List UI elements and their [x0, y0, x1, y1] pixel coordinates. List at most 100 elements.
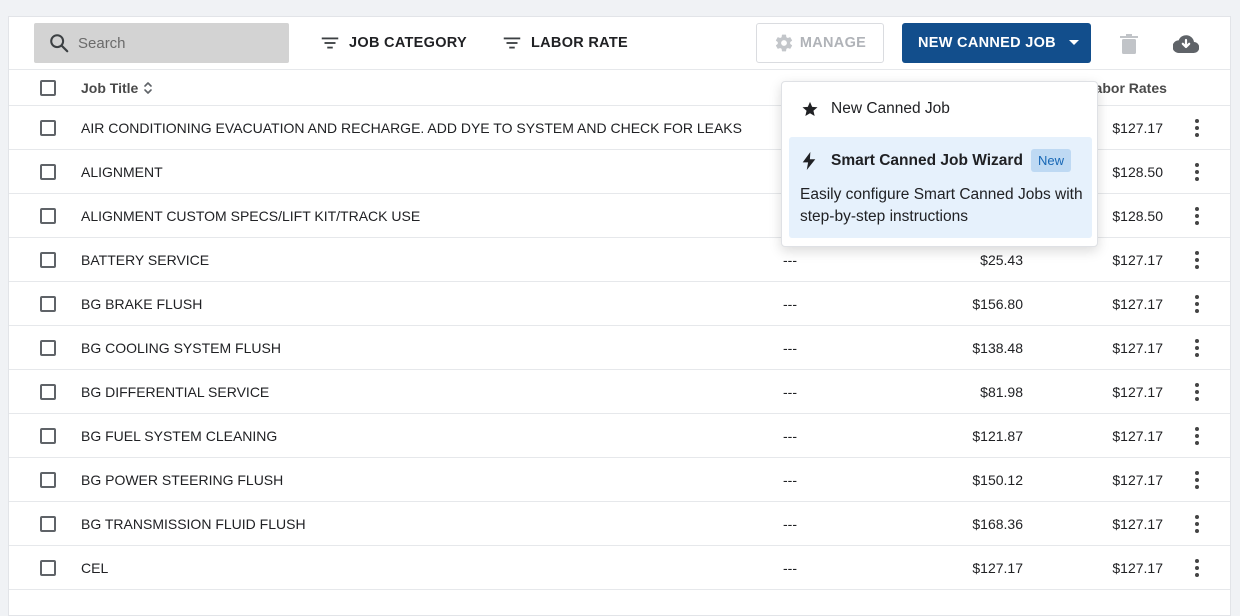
- row-checkbox[interactable]: [40, 208, 56, 224]
- row-checkbox[interactable]: [40, 164, 56, 180]
- toolbar: JOB CATEGORY LABOR RATE MANAGE NEW CANNE…: [9, 17, 1230, 70]
- labor-rate-cell: $127.17: [1112, 428, 1163, 444]
- search-box[interactable]: [34, 23, 289, 63]
- job-category-cell: ---: [783, 560, 797, 576]
- more-options-icon[interactable]: [1193, 469, 1201, 491]
- filter-icon: [503, 37, 521, 49]
- more-options-icon[interactable]: [1193, 381, 1201, 403]
- labor-rate-cell: $127.17: [1112, 252, 1163, 268]
- job-title-cell: BG FUEL SYSTEM CLEANING: [81, 428, 278, 444]
- filter-icon: [321, 37, 339, 49]
- menu-item-smart-canned-job-wizard[interactable]: Smart Canned Job Wizard New Easily confi…: [789, 137, 1092, 238]
- more-options-icon[interactable]: [1193, 161, 1201, 183]
- price-cell: $121.87: [972, 428, 1023, 444]
- row-checkbox[interactable]: [40, 428, 56, 444]
- new-job-dropdown-menu: New Canned Job Smart Canned Job Wizard N…: [781, 81, 1098, 247]
- job-category-cell: ---: [783, 516, 797, 532]
- labor-rate-cell: $128.50: [1112, 164, 1163, 180]
- labor-rate-cell: $127.17: [1112, 296, 1163, 312]
- labor-rate-cell: $128.50: [1112, 208, 1163, 224]
- job-category-label: JOB CATEGORY: [349, 35, 467, 51]
- job-category-cell: ---: [783, 340, 797, 356]
- price-cell: $25.43: [980, 252, 1023, 268]
- row-checkbox[interactable]: [40, 296, 56, 312]
- cloud-download-icon: [1173, 35, 1199, 54]
- table-row[interactable]: BG COOLING SYSTEM FLUSH --- $138.48 $127.17: [9, 326, 1230, 370]
- more-options-icon[interactable]: [1193, 425, 1201, 447]
- table-row[interactable]: CEL --- $127.17 $127.17: [9, 546, 1230, 590]
- table-row[interactable]: BG TRANSMISSION FLUID FLUSH --- $168.36 $12…: [9, 502, 1230, 546]
- labor-rate-cell: $127.17: [1112, 472, 1163, 488]
- job-title-cell: BG BRAKE FLUSH: [81, 296, 203, 312]
- manage-label: MANAGE: [799, 35, 867, 51]
- job-title-cell: BATTERY SERVICE: [81, 252, 210, 268]
- labor-rates-column-header: Labor Rates: [1086, 80, 1167, 96]
- search-input[interactable]: [78, 34, 278, 52]
- menu-item-description: Easily configure Smart Canned Jobs with …: [800, 186, 1083, 225]
- price-cell: $127.17: [972, 560, 1023, 576]
- job-category-cell: ---: [783, 384, 797, 400]
- more-options-icon[interactable]: [1193, 513, 1201, 535]
- row-checkbox[interactable]: [40, 560, 56, 576]
- more-options-icon[interactable]: [1193, 557, 1201, 579]
- labor-rate-filter-button[interactable]: LABOR RATE: [501, 31, 628, 55]
- new-badge: New: [1031, 149, 1072, 172]
- row-checkbox[interactable]: [40, 516, 56, 532]
- sort-icon[interactable]: [143, 80, 153, 96]
- select-all-checkbox[interactable]: [40, 80, 56, 96]
- job-category-filter-button[interactable]: JOB CATEGORY: [319, 31, 467, 55]
- search-icon: [50, 34, 69, 53]
- more-options-icon[interactable]: [1193, 249, 1201, 271]
- table-row[interactable]: BG FUEL SYSTEM CLEANING --- $121.87 $127.17: [9, 414, 1230, 458]
- table-row[interactable]: BG POWER STEERING FLUSH --- $150.12 $127.17: [9, 458, 1230, 502]
- menu-item-label: New Canned Job: [831, 100, 950, 117]
- job-title-cell: AIR CONDITIONING EVACUATION AND RECHARGE…: [81, 120, 742, 136]
- job-title-cell: ALIGNMENT: [81, 164, 163, 180]
- download-button[interactable]: [1172, 30, 1200, 58]
- gear-icon: [775, 34, 792, 52]
- more-options-icon[interactable]: [1193, 293, 1201, 315]
- delete-button[interactable]: [1115, 30, 1143, 58]
- job-title-column-header[interactable]: Job Title: [81, 80, 153, 96]
- labor-rate-cell: $127.17: [1112, 560, 1163, 576]
- labor-rate-cell: $127.17: [1112, 384, 1163, 400]
- lightning-icon: [802, 152, 816, 170]
- row-checkbox[interactable]: [40, 252, 56, 268]
- trash-icon: [1120, 34, 1138, 54]
- price-cell: $138.48: [972, 340, 1023, 356]
- row-checkbox[interactable]: [40, 340, 56, 356]
- menu-item-new-canned-job[interactable]: New Canned Job: [782, 82, 1097, 136]
- job-title-cell: BG TRANSMISSION FLUID FLUSH: [81, 516, 306, 532]
- new-canned-job-button[interactable]: NEW CANNED JOB: [902, 23, 1091, 63]
- job-title-cell: CEL: [81, 560, 109, 576]
- labor-rate-label: LABOR RATE: [531, 35, 628, 51]
- star-icon: [802, 101, 818, 117]
- job-title-cell: BG DIFFERENTIAL SERVICE: [81, 384, 270, 400]
- menu-item-label: Smart Canned Job Wizard: [831, 152, 1023, 169]
- job-category-cell: ---: [783, 472, 797, 488]
- manage-button[interactable]: MANAGE: [756, 23, 884, 63]
- job-title-header-label: Job Title: [81, 80, 139, 96]
- price-cell: $81.98: [980, 384, 1023, 400]
- table-row[interactable]: BG BRAKE FLUSH --- $156.80 $127.17: [9, 282, 1230, 326]
- row-checkbox[interactable]: [40, 384, 56, 400]
- price-cell: $150.12: [972, 472, 1023, 488]
- price-cell: $168.36: [972, 516, 1023, 532]
- job-category-cell: ---: [783, 252, 797, 268]
- labor-rate-cell: $127.17: [1112, 516, 1163, 532]
- table-row[interactable]: BG DIFFERENTIAL SERVICE --- $81.98 $127.17: [9, 370, 1230, 414]
- row-checkbox[interactable]: [40, 472, 56, 488]
- job-title-cell: BG POWER STEERING FLUSH: [81, 472, 284, 488]
- job-title-cell: BG COOLING SYSTEM FLUSH: [81, 340, 281, 356]
- job-title-cell: ALIGNMENT CUSTOM SPECS/LIFT KIT/TRACK US…: [81, 208, 421, 224]
- labor-rate-cell: $127.17: [1112, 120, 1163, 136]
- job-category-cell: ---: [783, 296, 797, 312]
- job-category-cell: ---: [783, 428, 797, 444]
- more-options-icon[interactable]: [1193, 337, 1201, 359]
- more-options-icon[interactable]: [1193, 117, 1201, 139]
- more-options-icon[interactable]: [1193, 205, 1201, 227]
- caret-down-icon[interactable]: [1069, 40, 1079, 45]
- labor-rate-cell: $127.17: [1112, 340, 1163, 356]
- new-canned-job-label: NEW CANNED JOB: [918, 35, 1056, 51]
- row-checkbox[interactable]: [40, 120, 56, 136]
